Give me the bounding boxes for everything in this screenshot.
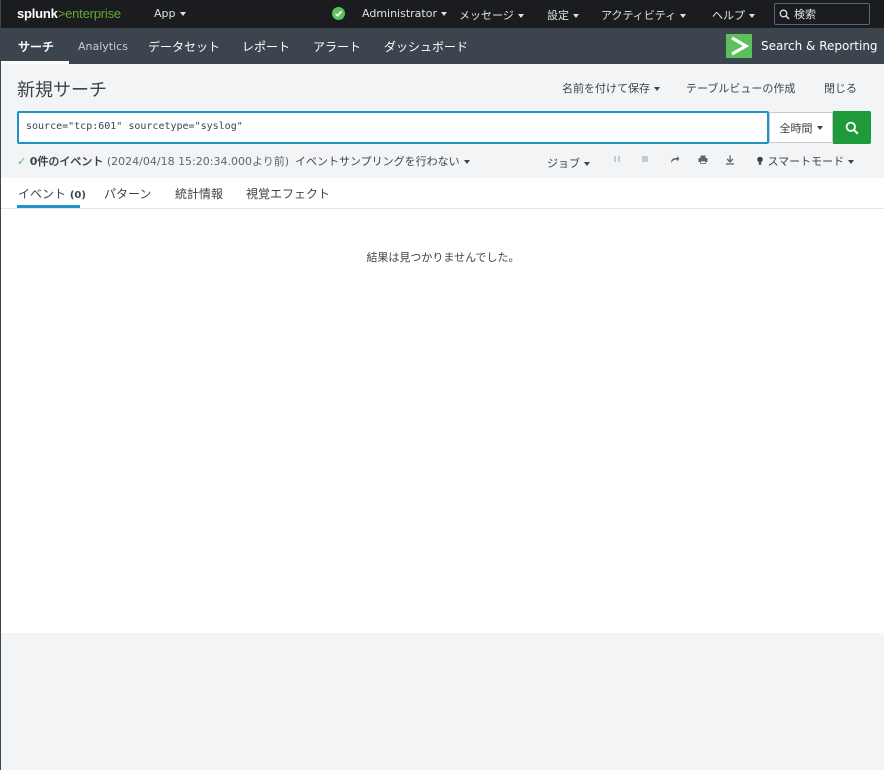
nav-active-indicator [1, 61, 69, 64]
event-status: ✓ 0件のイベント (2024/04/18 15:20:34.000より前) [17, 153, 289, 169]
checkmark-icon [334, 10, 343, 17]
complete-check-icon: ✓ [17, 155, 27, 168]
search-timestamp: (2024/04/18 15:20:34.000より前) [106, 155, 290, 168]
app-menu-label: App [154, 7, 176, 20]
close-button[interactable]: 閉じる [824, 80, 857, 96]
results-panel: イベント (0) パターン 統計情報 視覚エフェクト 結果は見つかりませんでした… [1, 178, 884, 633]
app-menu[interactable]: App [154, 7, 186, 20]
app-logo-icon [726, 34, 752, 58]
help-menu[interactable]: ヘルプ [712, 7, 755, 23]
caret-down-icon [654, 87, 660, 91]
caret-down-icon [179, 12, 186, 16]
logo-enterprise-text: enterprise [65, 6, 121, 21]
messages-menu[interactable]: メッセージ [459, 7, 524, 23]
nav-item-analytics[interactable]: Analytics [78, 40, 128, 53]
messages-menu-label: メッセージ [459, 9, 514, 22]
nav-item-datasets[interactable]: データセット [148, 38, 220, 55]
activity-menu[interactable]: アクティビティ [601, 7, 687, 23]
global-search-input[interactable]: 検索 [774, 3, 870, 25]
app-name[interactable]: Search & Reporting [761, 39, 878, 53]
job-menu-label: ジョブ [547, 157, 580, 170]
help-menu-label: ヘルプ [712, 9, 745, 22]
logo-chevron: > [57, 6, 66, 21]
event-count: 0件のイベント [29, 155, 104, 168]
print-icon[interactable] [698, 155, 708, 167]
tab-statistics[interactable]: 統計情報 [175, 185, 223, 202]
search-mode-label: スマートモード [767, 155, 845, 168]
settings-menu-label: 設定 [547, 9, 569, 22]
tab-patterns[interactable]: パターン [104, 185, 151, 202]
nav-item-alerts[interactable]: アラート [313, 38, 361, 55]
job-menu[interactable]: ジョブ [547, 155, 590, 171]
save-as-label: 名前を付けて保存 [562, 82, 650, 95]
search-query-input[interactable]: source="tcp:601" sourcetype="syslog" [17, 111, 769, 144]
health-status-icon[interactable] [332, 7, 345, 20]
logo-splunk-text: splunk [17, 6, 58, 21]
caret-down-icon [848, 160, 855, 164]
caret-down-icon [517, 14, 524, 18]
top-bar: splunk>enterprise App Administrator メッセー… [1, 0, 884, 28]
stop-icon[interactable] [641, 155, 649, 166]
tab-events[interactable]: イベント (0) [18, 185, 86, 202]
share-icon[interactable] [670, 155, 680, 167]
export-icon[interactable] [725, 155, 735, 168]
tabs-divider [1, 208, 884, 209]
nav-item-reports[interactable]: レポート [242, 38, 290, 55]
chevron-right-icon [731, 36, 750, 56]
activity-menu-label: アクティビティ [601, 9, 677, 22]
nav-item-search[interactable]: サーチ [18, 38, 54, 55]
caret-down-icon [680, 14, 687, 18]
tab-events-label: イベント [18, 187, 67, 201]
create-table-view-button[interactable]: テーブルビューの作成 [686, 80, 795, 96]
search-icon [779, 9, 790, 20]
sampling-label: イベントサンプリングを行わない [295, 155, 460, 168]
time-range-label: 全時間 [779, 121, 813, 135]
save-as-menu[interactable]: 名前を付けて保存 [562, 80, 660, 96]
caret-down-icon [584, 162, 590, 166]
lightbulb-icon [757, 156, 763, 165]
time-range-picker[interactable]: 全時間 [769, 112, 833, 143]
pause-icon[interactable] [613, 155, 621, 166]
splunk-logo[interactable]: splunk>enterprise [17, 6, 121, 21]
search-icon [845, 121, 859, 135]
tab-visualization[interactable]: 視覚エフェクト [246, 185, 330, 202]
search-mode-menu[interactable]: スマートモード [756, 153, 855, 169]
caret-down-icon [816, 125, 823, 130]
splunk-search-page: splunk>enterprise App Administrator メッセー… [0, 0, 884, 770]
tab-events-count: (0) [69, 190, 86, 201]
sampling-menu[interactable]: イベントサンプリングを行わない [295, 153, 470, 169]
settings-menu[interactable]: 設定 [547, 7, 579, 23]
caret-down-icon [463, 160, 470, 164]
caret-down-icon [573, 14, 579, 18]
global-search-placeholder: 検索 [794, 8, 816, 21]
user-menu[interactable]: Administrator [362, 7, 447, 20]
page-title: 新規サーチ [17, 80, 107, 101]
user-menu-label: Administrator [362, 7, 437, 20]
run-search-button[interactable] [833, 111, 871, 144]
no-results-message: 結果は見つかりませんでした。 [366, 251, 520, 264]
nav-item-dashboards[interactable]: ダッシュボード [384, 38, 468, 55]
caret-down-icon [441, 12, 447, 16]
caret-down-icon [749, 14, 755, 18]
